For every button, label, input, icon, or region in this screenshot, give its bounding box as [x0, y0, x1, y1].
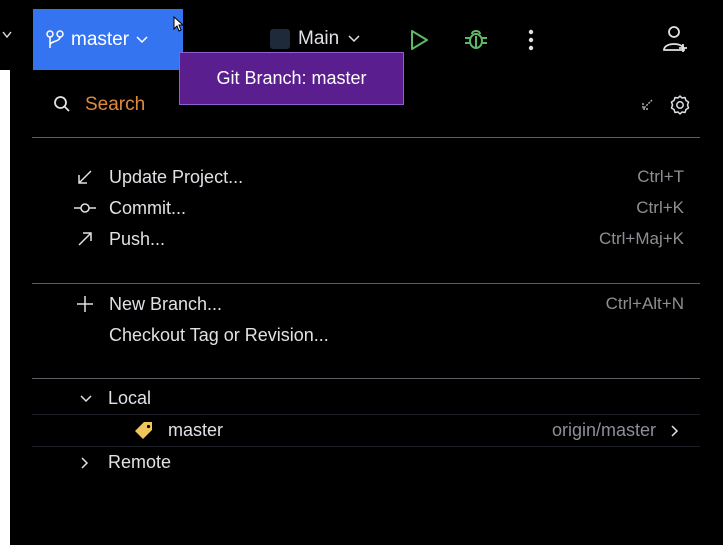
chevron-down-icon [80, 395, 92, 403]
item-shortcut: Ctrl+Maj+K [598, 229, 684, 248]
item-shortcut: Ctrl+Alt+N [605, 294, 684, 313]
divider [32, 137, 700, 138]
item-label: Commit... [109, 197, 187, 218]
update-project-item[interactable]: Update Project... Ctrl+T [10, 162, 723, 192]
debug-icon[interactable] [463, 27, 489, 53]
tag-icon [135, 422, 152, 439]
remote-label: Remote [108, 452, 172, 472]
branch-name: master [71, 28, 130, 50]
commit-icon [74, 197, 96, 219]
local-branches-group[interactable]: Local [32, 383, 700, 415]
chevron-down-icon [136, 35, 148, 43]
item-label: Push... [109, 228, 166, 249]
chevron-right-icon [81, 457, 89, 469]
remote-branches-group[interactable]: Remote [32, 447, 700, 478]
run-configuration-selector[interactable]: Main [270, 28, 361, 50]
gear-icon[interactable] [669, 94, 691, 116]
new-branch-item[interactable]: New Branch... Ctrl+Alt+N [10, 289, 723, 319]
chevron-down-icon [348, 35, 360, 43]
more-options-icon[interactable] [526, 28, 536, 52]
item-shortcut: Ctrl+K [636, 198, 684, 217]
git-branches-popup: Search Update Project... Ctrl+T Commit..… [10, 70, 723, 545]
mouse-cursor-icon [173, 16, 185, 32]
local-label: Local [108, 388, 152, 408]
git-branch-widget[interactable]: master [33, 9, 183, 70]
push-arrow-icon [74, 228, 96, 250]
divider [32, 378, 700, 379]
update-arrow-icon [74, 166, 96, 188]
plus-icon [74, 293, 96, 315]
item-label: New Branch... [109, 293, 223, 314]
add-user-icon[interactable] [662, 24, 690, 54]
branch-name: master [168, 420, 224, 440]
run-icon[interactable] [408, 29, 430, 51]
branch-row-master[interactable]: master origin/master [32, 415, 700, 447]
checkout-tag-item[interactable]: Checkout Tag or Revision... [10, 320, 723, 350]
item-label: Checkout Tag or Revision... [109, 324, 329, 345]
item-shortcut: Ctrl+T [637, 167, 684, 186]
push-item[interactable]: Push... Ctrl+Maj+K [10, 224, 723, 254]
item-label: Update Project... [109, 166, 244, 187]
chevron-down-icon[interactable] [2, 30, 12, 40]
chevron-right-icon[interactable] [670, 425, 680, 437]
commit-item[interactable]: Commit... Ctrl+K [10, 193, 723, 223]
search-icon [54, 96, 70, 112]
run-config-label: Main [298, 28, 340, 49]
collapse-icon[interactable] [639, 97, 655, 113]
branch-icon [46, 29, 64, 48]
search-input[interactable]: Search [85, 94, 145, 116]
tracking-branch: origin/master [551, 420, 656, 440]
run-config-icon [270, 29, 290, 49]
divider [32, 283, 700, 284]
branch-tooltip: Git Branch: master [179, 52, 404, 105]
